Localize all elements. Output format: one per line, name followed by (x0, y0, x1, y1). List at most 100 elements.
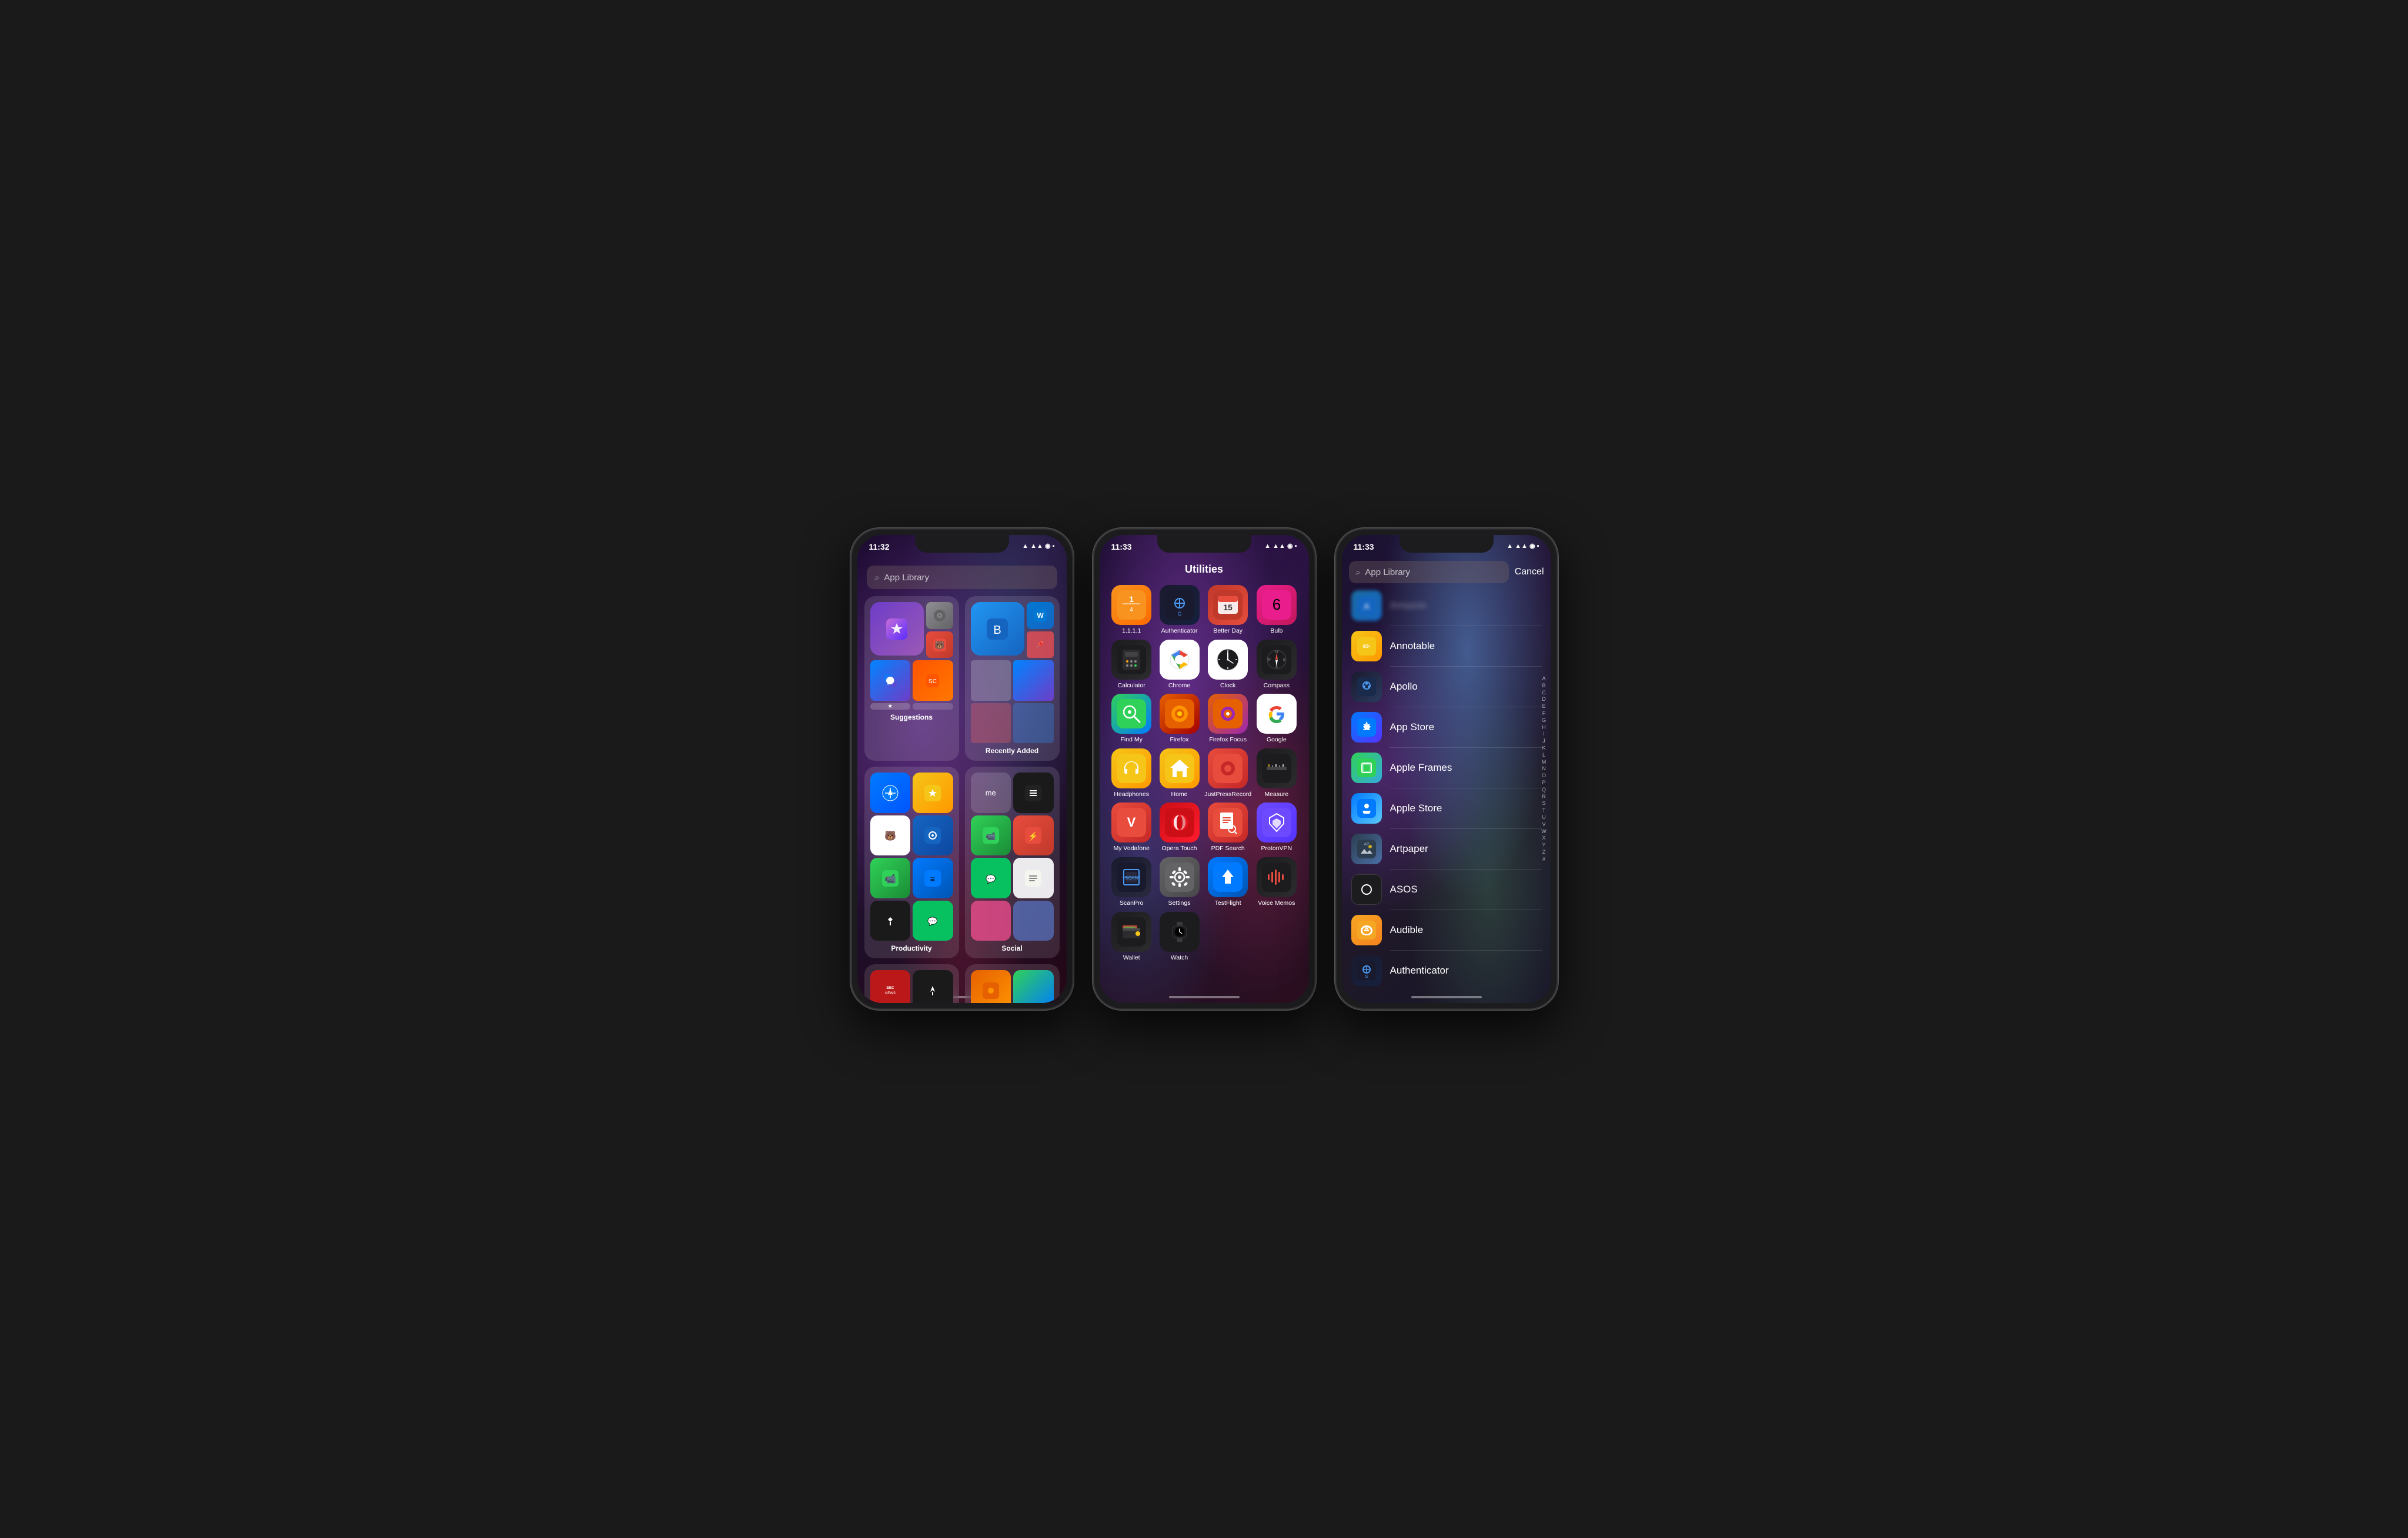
list-item-audible[interactable]: Audible (1342, 910, 1551, 950)
util-app-bulb[interactable]: 6 Bulb (1254, 585, 1299, 635)
list-item-asos[interactable]: ASOS (1342, 870, 1551, 910)
util-app-firefoxfocus[interactable]: Firefox Focus (1204, 694, 1251, 744)
list-item-amazon[interactable]: A Amazon (1342, 586, 1551, 626)
util-icon-calc[interactable] (1111, 640, 1151, 680)
alpha-o[interactable]: O (1541, 773, 1548, 779)
app-ff-util[interactable] (971, 970, 1011, 1003)
util-icon-compass[interactable]: NSWE (1257, 640, 1297, 680)
util-app-wallet[interactable]: Wallet (1109, 912, 1154, 962)
alpha-b[interactable]: B (1541, 683, 1548, 689)
util-icon-voicememos[interactable] (1257, 857, 1297, 897)
util-app-home[interactable]: Home (1157, 748, 1202, 798)
list-item-authenticator[interactable]: G Authenticator (1342, 951, 1551, 991)
alpha-w[interactable]: W (1541, 828, 1548, 835)
util-app-auth[interactable]: G Authenticator (1157, 585, 1202, 635)
alpha-g[interactable]: G (1541, 717, 1548, 724)
util-app-testflight[interactable]: TestFlight (1204, 857, 1251, 907)
list-item-appstore[interactable]: App Store (1342, 707, 1551, 747)
util-app-calc[interactable]: Calculator (1109, 640, 1154, 690)
util-icon-testflight[interactable] (1208, 857, 1248, 897)
alpha-c[interactable]: C (1541, 690, 1548, 696)
app-notes2[interactable] (1013, 858, 1054, 898)
app-facetime2[interactable]: 📹 (971, 815, 1011, 856)
util-icon-headphones[interactable] (1111, 748, 1151, 788)
alpha-e[interactable]: E (1541, 703, 1548, 710)
util-icon-settings[interactable] (1160, 857, 1200, 897)
util-icon-jpr[interactable] (1208, 748, 1248, 788)
app-kindle[interactable] (913, 970, 953, 1003)
list-item-apollo[interactable]: Apollo (1342, 667, 1551, 707)
alpha-t[interactable]: T (1541, 807, 1548, 814)
alpha-v[interactable]: V (1541, 821, 1548, 828)
app-craftwork[interactable] (913, 815, 953, 856)
app-safari[interactable] (870, 773, 911, 813)
util-app-watch[interactable]: Watch (1157, 912, 1202, 962)
util-icon-clock[interactable] (1208, 640, 1248, 680)
util-app-jpr[interactable]: JustPressRecord (1204, 748, 1251, 798)
util-app-google[interactable]: Google (1254, 694, 1299, 744)
app-messenger-sm[interactable] (870, 660, 911, 701)
util-app-findmy[interactable]: Find My (1109, 694, 1154, 744)
util-icon-findmy[interactable] (1111, 694, 1151, 734)
alpha-d[interactable]: D (1541, 697, 1548, 703)
app-maps-util[interactable] (1013, 970, 1054, 1003)
app-tes[interactable] (913, 773, 953, 813)
util-app-voicememos[interactable]: Voice Memos (1254, 857, 1299, 907)
alpha-a[interactable]: A (1541, 676, 1548, 682)
app-r3[interactable] (971, 703, 1011, 744)
util-app-opera[interactable]: Opera Touch (1157, 803, 1202, 852)
alpha-k[interactable]: K (1541, 745, 1548, 751)
alpha-index[interactable]: A B C D E F G H I J K L M N O P Q R S T (1541, 676, 1548, 862)
app-reddit-sm[interactable]: 📌 (1027, 631, 1054, 658)
alpha-p[interactable]: P (1541, 780, 1548, 786)
util-icon-bulb[interactable]: 6 (1257, 585, 1297, 625)
app-bear-sm[interactable]: 🐻 (926, 631, 953, 658)
list-item-artpaper[interactable]: AP Artpaper (1342, 829, 1551, 869)
util-app-chrome[interactable]: Chrome (1157, 640, 1202, 690)
app-wechat[interactable]: 💬 (913, 901, 953, 941)
app-settings-sm[interactable] (926, 602, 953, 629)
util-icon-auth[interactable]: G (1160, 585, 1200, 625)
app-facetime[interactable]: 📹 (870, 858, 911, 898)
util-icon-chrome[interactable] (1160, 640, 1200, 680)
util-icon-wallet[interactable] (1111, 912, 1151, 952)
util-icon-opera[interactable] (1160, 803, 1200, 842)
util-app-scanpro[interactable]: SCAN ScanPro (1109, 857, 1154, 907)
alpha-f[interactable]: F (1541, 710, 1548, 717)
app-r4[interactable] (1013, 703, 1054, 744)
alpha-l[interactable]: L (1541, 752, 1548, 758)
app-soundcloud-sm[interactable]: SC (913, 660, 953, 701)
util-icon-scanpro[interactable]: SCAN (1111, 857, 1151, 897)
app-bear-lg[interactable]: B (971, 602, 1024, 656)
util-app-pdfsearch[interactable]: PDF Search (1204, 803, 1251, 852)
util-icon-pdfsearch[interactable] (1208, 803, 1248, 842)
util-icon-watch[interactable] (1160, 912, 1200, 952)
util-icon-home[interactable] (1160, 748, 1200, 788)
alpha-y[interactable]: Y (1541, 842, 1548, 848)
app-notch2[interactable] (1013, 773, 1054, 813)
util-app-betterday[interactable]: 15 Better Day (1204, 585, 1251, 635)
util-app-clock[interactable]: Clock (1204, 640, 1251, 690)
list-item-appleframes[interactable]: Apple Frames (1342, 748, 1551, 788)
util-icon-protonvpn[interactable] (1257, 803, 1297, 842)
alpha-m[interactable]: M (1541, 759, 1548, 765)
alpha-i[interactable]: I (1541, 731, 1548, 738)
list-item-annotable[interactable]: ✏ Annotable (1342, 626, 1551, 666)
util-icon-firefoxfocus[interactable] (1208, 694, 1248, 734)
util-app-compass[interactable]: NSWE Compass (1254, 640, 1299, 690)
util-icon-betterday[interactable]: 15 (1208, 585, 1248, 625)
app-things[interactable]: ≡ (913, 858, 953, 898)
alpha-z[interactable]: Z (1541, 849, 1548, 855)
util-app-headphones[interactable]: Headphones (1109, 748, 1154, 798)
app-notch[interactable] (870, 901, 911, 941)
app-things2[interactable]: ⚡ (1013, 815, 1054, 856)
util-app-firefox[interactable]: Firefox (1157, 694, 1202, 744)
search-bar-1[interactable]: ⌕ App Library (867, 566, 1057, 589)
app-r2[interactable] (971, 660, 1011, 701)
app-word-sm[interactable]: W (1027, 602, 1054, 629)
alpha-hash[interactable]: # (1541, 856, 1548, 862)
alpha-u[interactable]: U (1541, 814, 1548, 821)
util-app-protonvpn[interactable]: ProtonVPN (1254, 803, 1299, 852)
alpha-j[interactable]: J (1541, 738, 1548, 744)
alpha-s[interactable]: S (1541, 801, 1548, 807)
